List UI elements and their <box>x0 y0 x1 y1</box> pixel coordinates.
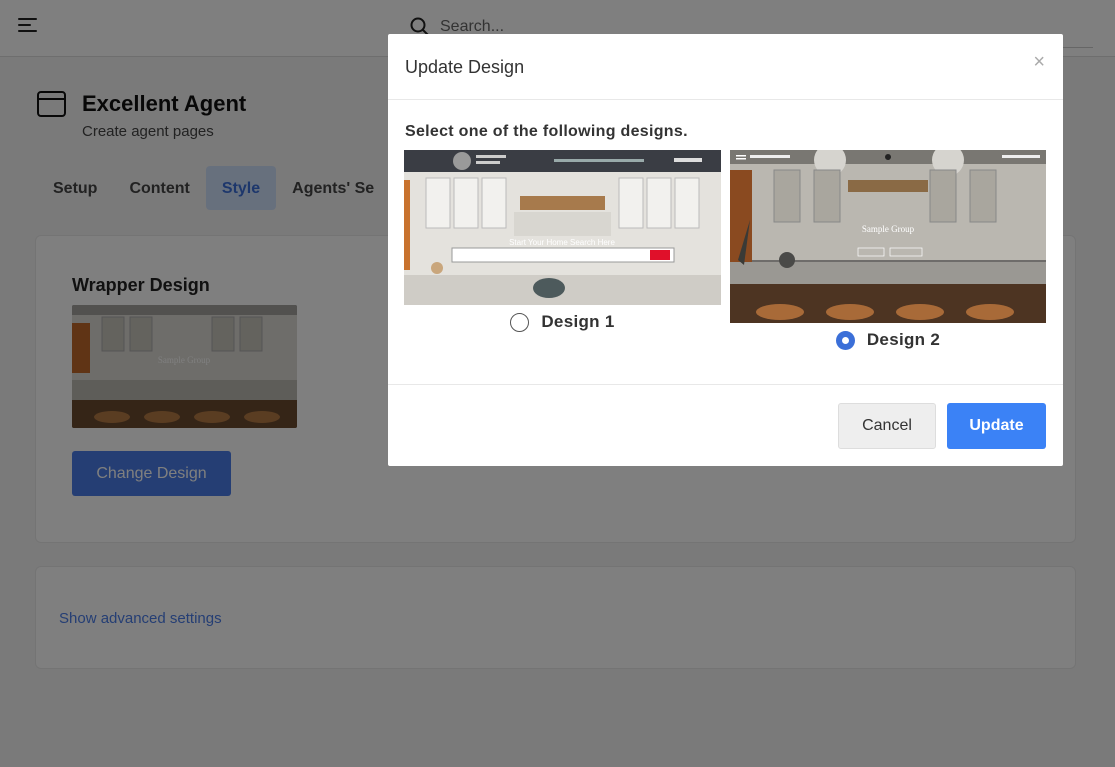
design-instruction: Select one of the following designs. <box>405 123 688 140</box>
update-button[interactable]: Update <box>947 403 1046 449</box>
modal-footer: Cancel Update <box>388 384 1063 466</box>
modal-title: Update Design <box>405 57 525 77</box>
design-2-radio[interactable] <box>835 330 855 350</box>
design-option-2[interactable]: Sample Group Design 2 <box>730 150 1046 350</box>
close-icon[interactable]: × <box>1033 52 1045 72</box>
design-2-preview[interactable]: Sample Group <box>730 150 1046 323</box>
design-2-label: Design 2 <box>866 330 941 349</box>
design-1-preview[interactable]: Start Your Home Search Here <box>404 150 721 305</box>
design-option-1[interactable]: Start Your Home Search Here Design 1 <box>404 150 721 332</box>
cancel-button[interactable]: Cancel <box>838 403 936 449</box>
design-1-label: Design 1 <box>541 312 615 331</box>
design-1-label-row: Design 1 <box>404 312 721 332</box>
update-design-modal: Update Design × Select one of the follow… <box>388 34 1063 466</box>
design-2-label-row: Design 2 <box>730 330 1046 350</box>
design-1-radio[interactable] <box>510 312 530 332</box>
svg-text:Start Your Home Search Here: Start Your Home Search Here <box>509 238 615 247</box>
svg-text:Sample Group: Sample Group <box>862 224 915 234</box>
modal-header: Update Design × <box>388 34 1063 100</box>
